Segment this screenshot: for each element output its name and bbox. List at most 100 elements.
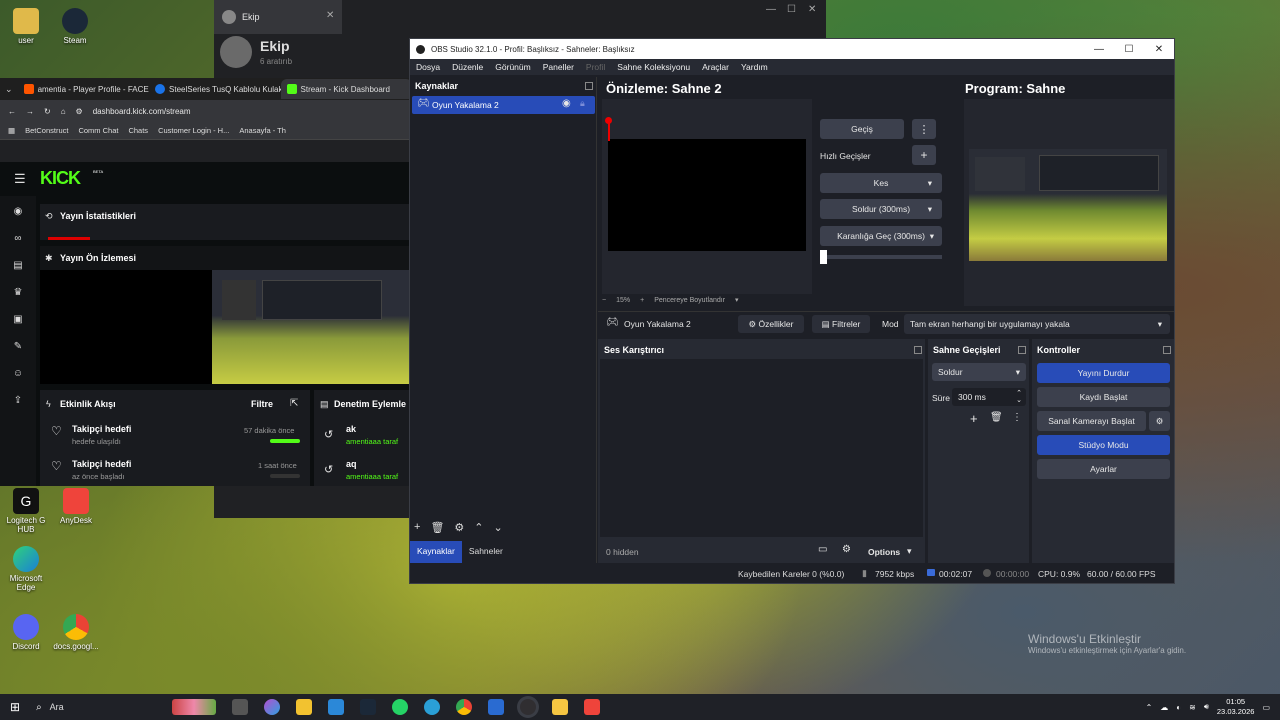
menu-duzenle[interactable]: Düzenle [452,62,483,72]
studio-mode-button[interactable]: Stüdyo Modu [1037,435,1170,455]
wifi-icon[interactable]: ≋ [1189,703,1196,712]
add-icon[interactable]: + [414,521,420,534]
apps-icon[interactable]: ▦ [8,126,15,135]
steam-icon[interactable] [359,699,376,715]
maximize-icon[interactable]: ☐ [787,4,796,15]
desktop-icon-anydesk[interactable]: AnyDesk [50,488,102,525]
browser-tab-active[interactable]: Stream - Kick Dashboard [280,79,413,99]
users-icon[interactable]: ☺ [12,368,24,380]
filter-button[interactable]: Filtre [251,399,273,409]
undo-icon[interactable]: ↺ [324,463,333,476]
zoom-in-icon[interactable]: + [640,297,644,304]
preview-canvas[interactable] [602,99,812,294]
cloud-icon[interactable]: ☁ [1160,703,1168,712]
menu-paneller[interactable]: Paneller [543,62,574,72]
obs-titlebar[interactable]: OBS Studio 32.1.0 - Profil: Başlıksız - … [410,39,1174,59]
undock-icon[interactable] [1018,346,1026,354]
tab-kaynaklar[interactable]: Kaynaklar [410,541,462,563]
maximize-icon[interactable]: ☐ [1114,44,1144,55]
desktop-icon-docs[interactable]: docs.googl... [50,614,102,651]
close-icon[interactable]: ✕ [1144,44,1174,55]
upload-icon[interactable]: ⇪ [12,395,24,407]
app-icon[interactable] [551,699,568,715]
desktop-icon-user[interactable]: user [0,8,52,45]
undo-icon[interactable]: ↺ [324,428,333,441]
menu-gorunum[interactable]: Görünüm [495,62,530,72]
mode-select[interactable]: Tam ekran herhangi bir uygulamayı yakala… [904,314,1170,334]
whatsapp-icon[interactable] [391,699,408,715]
up-icon[interactable]: ⌃ [474,521,483,534]
properties-button[interactable]: ⚙ Özellikler [738,315,804,333]
quick-transition-soldur[interactable]: Soldur (300ms) ▾ [820,199,942,219]
more-icon[interactable]: ⋮ [912,119,936,139]
options-button[interactable]: Options [868,547,900,557]
taskbar-search[interactable]: Ara [50,702,150,712]
chevron-up-icon[interactable]: ⌃ [1146,703,1153,712]
browser-tab[interactable]: SteelSeries TusQ Kablolu Kulaklık [149,79,281,99]
link-icon[interactable]: ∞ [12,233,24,245]
store-icon[interactable] [327,699,344,715]
advanced-audio-icon[interactable]: ⚙ [842,544,851,555]
fit-button[interactable]: Pencereye Boyutlandır [654,297,725,304]
reload-icon[interactable]: ↻ [44,107,51,116]
gear-icon[interactable]: ⚙ [454,521,464,534]
settings-button[interactable]: Ayarlar [1037,459,1170,479]
anydesk-icon[interactable] [583,699,600,715]
desktop-icon-discord[interactable]: Discord [0,614,52,651]
close-icon[interactable]: ✕ [808,4,816,15]
site-info-icon[interactable]: ⚙ [76,107,83,116]
quick-transition-kes[interactable]: Kes ▾ [820,173,942,193]
start-virtual-camera-button[interactable]: Sanal Kamerayı Başlat [1037,411,1146,431]
trash-icon[interactable]: 🗑︎ [990,412,1003,423]
bookmark-item[interactable]: Customer Login - H... [158,126,229,135]
stepper-arrows-icon[interactable]: ⌃ ⌄ [1016,390,1022,404]
start-recording-button[interactable]: Kaydı Başlat [1037,387,1170,407]
undock-icon[interactable] [914,346,922,354]
chevron-down-icon[interactable]: ▾ [907,546,912,557]
tbar-handle[interactable] [820,250,827,264]
close-icon[interactable]: ✕ [326,10,334,21]
stream-icon[interactable]: ◉ [12,206,24,218]
app-icon[interactable] [487,699,504,715]
search-icon[interactable]: ⌕ [36,702,42,713]
transition-select[interactable]: Soldur ▾ [932,363,1026,381]
clock[interactable]: 01:05 23.03.2026 [1217,697,1255,717]
stop-stream-button[interactable]: Yayını Durdur [1037,363,1170,383]
tab-sahneler[interactable]: Sahneler [462,541,510,563]
tbar-slider[interactable] [820,255,942,259]
menu-yardim[interactable]: Yardım [741,62,768,72]
filters-button[interactable]: ▤ Filtreler [812,315,870,333]
back-icon[interactable]: ← [8,107,16,116]
bookmark-item[interactable]: Chats [128,126,148,135]
trash-icon[interactable]: 🗑︎ [430,521,444,534]
menu-sahne-koleksiyonu[interactable]: Sahne Koleksiyonu [617,62,690,72]
windows-start-icon[interactable]: ⊞ [10,700,20,714]
bookmark-item[interactable]: Anasayfa - Th [239,126,286,135]
undock-icon[interactable] [585,82,593,90]
add-quick-transition-icon[interactable]: + [912,145,936,165]
copilot-icon[interactable] [263,699,280,715]
browser-window[interactable]: ⌄ amentia - Player Profile - FACEIT Stee… [0,78,413,486]
bookmark-item[interactable]: Comm Chat [78,126,118,135]
gear-icon[interactable]: ⚙ [1149,411,1170,431]
task-view-icon[interactable] [231,699,248,715]
layout-icon[interactable]: ▭ [818,544,827,555]
minimize-icon[interactable]: — [1084,44,1114,55]
menu-profil[interactable]: Profil [586,62,605,72]
chart-icon[interactable]: ▤ [12,260,24,272]
more-icon[interactable]: ⋮ [1012,412,1022,423]
eye-icon[interactable]: ◉ [562,98,571,109]
search-highlight-icon[interactable] [171,699,216,715]
menu-araclar[interactable]: Araçlar [702,62,729,72]
speaker-icon[interactable]: 🔊︎ [1204,702,1209,712]
chrome-icon[interactable] [455,699,472,715]
transition-button[interactable]: Geçiş [820,119,904,139]
kick-logo[interactable]: KICK [40,168,81,189]
media-icon[interactable]: ▣ [12,314,24,326]
wrench-icon[interactable]: ✎ [12,341,24,353]
lock-icon[interactable]: 🔒︎ [580,98,585,109]
resize-handle[interactable] [605,117,612,124]
add-icon[interactable]: + [970,411,978,426]
chevron-down-icon[interactable]: ▾ [735,296,739,304]
ekip-tab[interactable]: Ekip ✕ [214,0,342,34]
